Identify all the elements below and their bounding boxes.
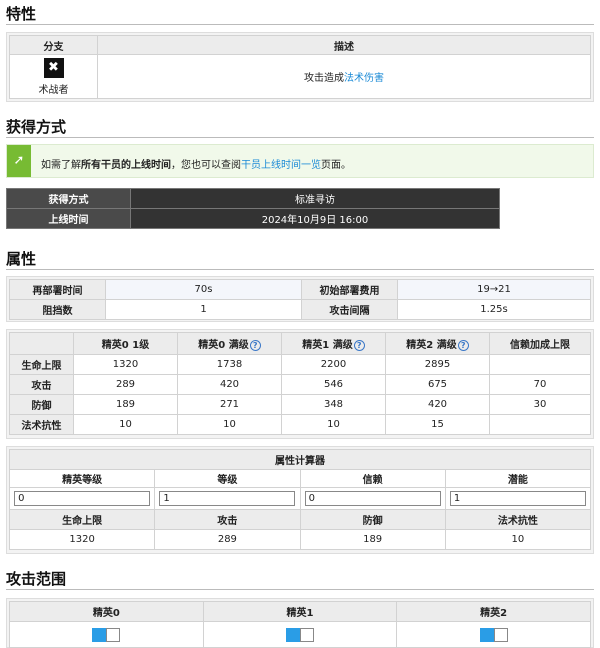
section-title-attrs: 属性 (6, 250, 37, 268)
divider (6, 137, 594, 138)
range-grid-e2 (396, 621, 591, 648)
range-grid-e0 (9, 621, 204, 648)
calc-out-label: 防御 (299, 509, 446, 530)
col-e1-max: 精英1 满级? (281, 332, 386, 355)
method-value: 标准寻访 (130, 188, 500, 209)
calculator-panel: 属性计算器 精英等级 等级 信赖 潜能 0 1 0 1 生命上限 攻击 防御 法… (6, 446, 594, 554)
cost-label: 初始部署费用 (301, 279, 398, 300)
divider (6, 24, 594, 25)
stats-panel: 精英0 1级 精英0 满级? 精英1 满级? 精英2 满级? 信赖加成上限 生命… (6, 329, 594, 439)
release-time-link[interactable]: 干员上线时间一览 (241, 160, 321, 171)
section-title-acquire: 获得方式 (6, 118, 67, 136)
arrow-up-right-icon: ➚ (7, 145, 31, 177)
table-row: 攻击 289 420 546 675 70 (9, 374, 591, 395)
range-cell-self (92, 627, 107, 642)
section-title-traits: 特性 (6, 5, 37, 23)
interval-label: 攻击间隔 (301, 299, 398, 320)
redeploy-value: 70s (105, 279, 302, 300)
arts-damage-link[interactable]: 法术伤害 (344, 73, 384, 84)
range-grid-e1 (202, 621, 398, 648)
method-label: 获得方式 (6, 188, 131, 209)
traits-panel: 分支 描述 ✖ 术战者 攻击造成法术伤害 (6, 32, 594, 102)
col-e2-max: 精英2 满级? (385, 332, 490, 355)
col-desc: 描述 (97, 35, 591, 55)
block-value: 1 (105, 299, 302, 320)
section-title-range: 攻击范围 (6, 570, 67, 588)
calc-out-label: 攻击 (154, 509, 301, 530)
stats-corner (9, 332, 74, 355)
range-cell (106, 627, 121, 642)
range-col-e2: 精英2 (396, 601, 591, 622)
elite-level-input[interactable]: 0 (14, 491, 151, 506)
range-table: 精英0 精英1 精英2 (9, 601, 591, 648)
basic-attrs-panel: 再部署时间 70s 初始部署费用 19→21 阻挡数 1 攻击间隔 1.25s (6, 276, 594, 322)
help-icon[interactable]: ? (249, 339, 261, 351)
stats-table: 精英0 1级 精英0 满级? 精英1 满级? 精英2 满级? 信赖加成上限 生命… (9, 332, 591, 435)
calc-label: 潜能 (444, 469, 592, 488)
calculator-title: 属性计算器 (9, 449, 591, 470)
info-text: 如需了解所有干员的上线时间，您也可以查阅干员上线时间一览页面。 (41, 160, 351, 171)
range-cell-self (479, 627, 494, 642)
divider (6, 589, 594, 590)
range-panel: 精英0 精英1 精英2 (6, 598, 594, 648)
range-cell-self (285, 627, 300, 642)
help-icon[interactable]: ? (353, 339, 365, 351)
trust-input[interactable]: 0 (304, 491, 441, 506)
block-label: 阻挡数 (9, 299, 106, 320)
interval-value: 1.25s (397, 299, 591, 320)
divider (6, 269, 594, 270)
cost-value: 19→21 (397, 279, 591, 300)
calc-label: 信赖 (299, 469, 446, 488)
potential-input[interactable]: 1 (449, 491, 586, 506)
calc-out-value: 189 (299, 529, 446, 550)
table-row: 防御 189 271 348 420 30 (9, 394, 591, 415)
branch-icon[interactable]: ✖ (43, 57, 64, 78)
range-col-e1: 精英1 (202, 601, 398, 622)
calc-label: 等级 (154, 469, 301, 488)
calc-out-value: 289 (154, 529, 301, 550)
calc-out-label: 生命上限 (8, 509, 156, 530)
help-icon[interactable]: ? (457, 339, 469, 351)
info-box: ➚ 如需了解所有干员的上线时间，您也可以查阅干员上线时间一览页面。 (6, 144, 594, 178)
date-value: 2024年10月9日 16:00 (130, 208, 500, 229)
level-input[interactable]: 1 (159, 491, 296, 506)
table-row: 法术抗性 10 10 10 15 (9, 414, 591, 435)
calc-out-label: 法术抗性 (444, 509, 592, 530)
col-e0-max: 精英0 满级? (177, 332, 282, 355)
range-col-e0: 精英0 (9, 601, 204, 622)
redeploy-label: 再部署时间 (9, 279, 106, 300)
acquire-table: 获得方式 标准寻访 上线时间 2024年10月9日 16:00 (6, 188, 500, 229)
desc-text: 攻击造成 (304, 73, 344, 84)
branch-name: 术战者 (38, 84, 69, 96)
table-row: 生命上限 1320 1738 2200 2895 (9, 354, 591, 375)
col-trust: 信赖加成上限 (489, 332, 591, 355)
date-label: 上线时间 (6, 208, 131, 229)
col-branch: 分支 (9, 35, 98, 55)
range-cell (299, 627, 314, 642)
basic-attrs-table: 再部署时间 70s 初始部署费用 19→21 阻挡数 1 攻击间隔 1.25s (9, 279, 591, 320)
calc-label: 精英等级 (8, 469, 156, 488)
calc-out-value: 10 (444, 529, 592, 550)
branch-cell: ✖ 术战者 (9, 54, 98, 99)
desc-cell: 攻击造成法术伤害 (97, 54, 591, 99)
col-e0-1: 精英0 1级 (73, 332, 178, 355)
traits-table: 分支 描述 ✖ 术战者 攻击造成法术伤害 (9, 35, 591, 99)
calc-out-value: 1320 (8, 529, 156, 550)
range-cell (493, 627, 508, 642)
calculator-table: 属性计算器 精英等级 等级 信赖 潜能 0 1 0 1 生命上限 攻击 防御 法… (8, 449, 592, 550)
